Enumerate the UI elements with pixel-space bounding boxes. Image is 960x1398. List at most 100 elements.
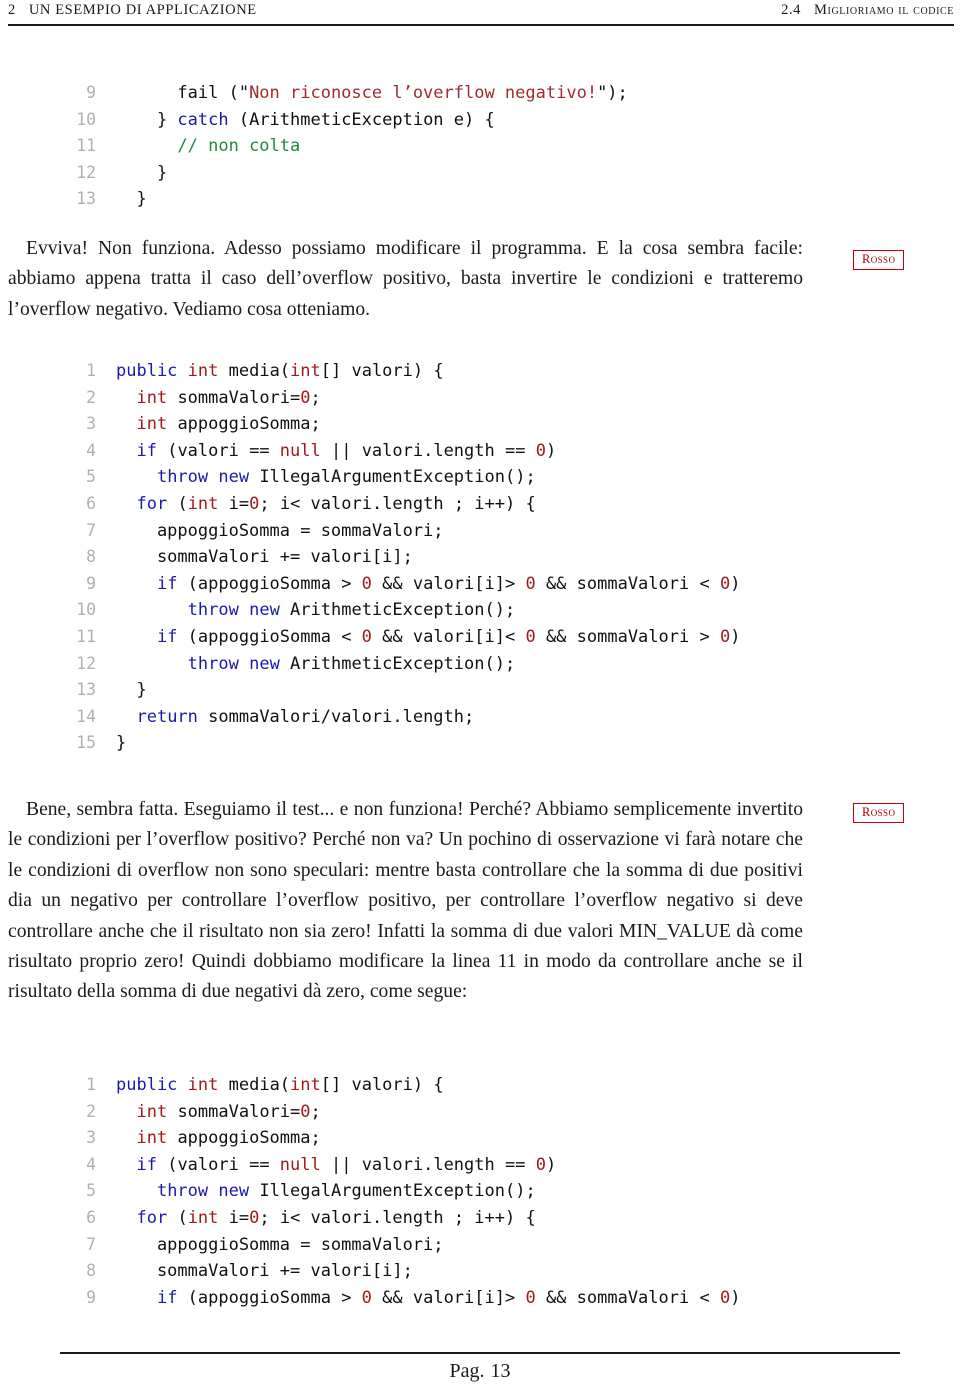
code-line-number: 11 (76, 626, 96, 646)
header-divider (8, 24, 954, 26)
code-line-number: 9 (86, 83, 96, 102)
code-line-text: } (116, 733, 127, 754)
code-line-number: 4 (86, 440, 96, 460)
code-line: 7 appoggioSomma = sommaValori; (60, 518, 740, 545)
code-line-text: if (valori == null || valori.length == 0… (136, 440, 557, 461)
page-footer: Pag. 13 (0, 1360, 960, 1383)
code-line-text: } catch (ArithmeticException e) { (116, 109, 495, 130)
code-line-text: fail ("Non riconosce l’overflow negativo… (116, 83, 628, 103)
code-line: 4 if (valori == null || valori.length ==… (60, 1152, 740, 1179)
code-line-text: } (116, 680, 147, 701)
code-line-text: return sommaValori/valori.length; (136, 706, 475, 727)
code-line-number: 8 (86, 1261, 96, 1281)
code-line: 5 throw new IllegalArgumentException(); (60, 1178, 740, 1205)
code-line: 2 int sommaValori=0; (60, 385, 740, 412)
code-line: 12 throw new ArithmeticException(); (60, 651, 740, 678)
code-line: 9 if (appoggioSomma > 0 && valori[i]> 0 … (60, 1285, 740, 1312)
header-section-number: 2.4 (781, 2, 802, 18)
code-line: 2 int sommaValori=0; (60, 1099, 740, 1126)
code-line-number: 6 (86, 1207, 96, 1227)
code-line-number: 9 (86, 573, 96, 593)
code-line-number: 3 (86, 1128, 96, 1148)
code-line-text: int sommaValori=0; (136, 1101, 321, 1122)
code-line-number: 10 (76, 109, 96, 129)
header-right: 2.4 Miglioriamo il codice (781, 2, 954, 19)
code-line: 14 return sommaValori/valori.length; (60, 704, 740, 731)
margin-note-rosso-1: Rosso (853, 250, 905, 270)
code-line-number: 2 (86, 387, 96, 407)
code-line-number: 15 (76, 733, 96, 753)
code-line-text: sommaValori += valori[i]; (116, 547, 413, 568)
margin-note-rosso-2: Rosso (853, 803, 905, 823)
code-line-number: 12 (76, 162, 96, 182)
code-line-text: appoggioSomma = sommaValori; (116, 1234, 444, 1255)
code-line: 11 // non colta (60, 133, 628, 160)
paragraph-1-text: Evviva! Non funziona. Adesso possiamo mo… (8, 238, 803, 320)
code-line-text: throw new ArithmeticException(); (187, 600, 516, 621)
code-line: 12 } (60, 160, 628, 187)
code-line-number: 13 (76, 680, 96, 700)
footer-page-number: 13 (490, 1360, 511, 1382)
code-line: 6 for (int i=0; i< valori.length ; i++) … (60, 491, 740, 518)
code-listing-2: 1 public int media(int[] valori) {2 int s… (60, 358, 740, 757)
code-line: 5 throw new IllegalArgumentException(); (60, 464, 740, 491)
code-line-number: 3 (86, 414, 96, 434)
code-line-text: int appoggioSomma; (136, 1128, 321, 1149)
code-line: 4 if (valori == null || valori.length ==… (60, 438, 740, 465)
code-line-text: appoggioSomma = sommaValori; (116, 520, 444, 541)
code-line: 13 } (60, 186, 628, 213)
code-line-text: // non colta (177, 136, 301, 157)
code-line-text: } (116, 189, 147, 210)
code-line-text: sommaValori += valori[i]; (116, 1261, 413, 1282)
code-line-text: int appoggioSomma; (136, 414, 321, 435)
code-line-text: for (int i=0; i< valori.length ; i++) { (136, 1207, 536, 1228)
header-left: 2 UN ESEMPIO DI APPLICAZIONE (8, 2, 257, 19)
code-line-number: 1 (86, 361, 96, 380)
code-line-text: throw new ArithmeticException(); (187, 653, 516, 674)
code-line-number: 1 (86, 1075, 96, 1094)
code-line: 1 public int media(int[] valori) { (60, 358, 740, 385)
paragraph-2: Bene, sembra fatta. Eseguiamo il test...… (8, 795, 803, 1008)
code-line-text: int sommaValori=0; (136, 387, 321, 408)
code-line: 10 throw new ArithmeticException(); (60, 597, 740, 624)
code-line-number: 12 (76, 653, 96, 673)
code-line-number: 11 (76, 136, 96, 156)
code-line: 11 if (appoggioSomma < 0 && valori[i]< 0… (60, 624, 740, 651)
paragraph-1: Evviva! Non funziona. Adesso possiamo mo… (8, 234, 803, 325)
page-header: 2 UN ESEMPIO DI APPLICAZIONE 2.4 Miglior… (8, 2, 954, 19)
code-line-number: 4 (86, 1154, 96, 1174)
code-line-text: if (appoggioSomma > 0 && valori[i]> 0 &&… (156, 573, 741, 594)
code-line: 15} (60, 730, 740, 757)
code-line-number: 5 (86, 1181, 96, 1201)
code-line: 3 int appoggioSomma; (60, 411, 740, 438)
code-line-text: public int media(int[] valori) { (116, 1075, 444, 1095)
code-line-number: 2 (86, 1101, 96, 1121)
code-line: 9 if (appoggioSomma > 0 && valori[i]> 0 … (60, 571, 740, 598)
footer-label: Pag. (449, 1360, 485, 1382)
code-line-text: if (appoggioSomma < 0 && valori[i]< 0 &&… (156, 626, 741, 647)
code-line-text: throw new IllegalArgumentException(); (156, 467, 536, 488)
paragraph-2-text: Bene, sembra fatta. Eseguiamo il test...… (8, 799, 803, 1003)
code-line-number: 10 (76, 600, 96, 620)
code-line: 8 sommaValori += valori[i]; (60, 1258, 740, 1285)
code-line-number: 7 (86, 520, 96, 540)
code-line-text: } (116, 162, 168, 183)
code-line-text: if (valori == null || valori.length == 0… (136, 1154, 557, 1175)
header-chapter-title: UN ESEMPIO DI APPLICAZIONE (28, 2, 257, 18)
code-line: 7 appoggioSomma = sommaValori; (60, 1232, 740, 1259)
header-section-title: Miglioriamo il codice (814, 2, 954, 18)
footer-divider (60, 1352, 900, 1354)
code-line-text: throw new IllegalArgumentException(); (156, 1181, 536, 1202)
code-line-number: 14 (76, 706, 96, 726)
code-line-text: if (appoggioSomma > 0 && valori[i]> 0 &&… (156, 1287, 741, 1308)
code-listing-1: 9 fail ("Non riconosce l’overflow negati… (60, 80, 628, 213)
code-line: 10 } catch (ArithmeticException e) { (60, 107, 628, 134)
code-line-number: 13 (76, 189, 96, 209)
header-chapter-number: 2 (8, 2, 16, 18)
code-listing-3: 1 public int media(int[] valori) { 2 int s… (60, 1072, 740, 1311)
code-line: 3 int appoggioSomma; (60, 1125, 740, 1152)
code-line: 13 } (60, 677, 740, 704)
code-line-number: 6 (86, 493, 96, 513)
code-line: 6 for (int i=0; i< valori.length ; i++) … (60, 1205, 740, 1232)
code-line-number: 7 (86, 1234, 96, 1254)
